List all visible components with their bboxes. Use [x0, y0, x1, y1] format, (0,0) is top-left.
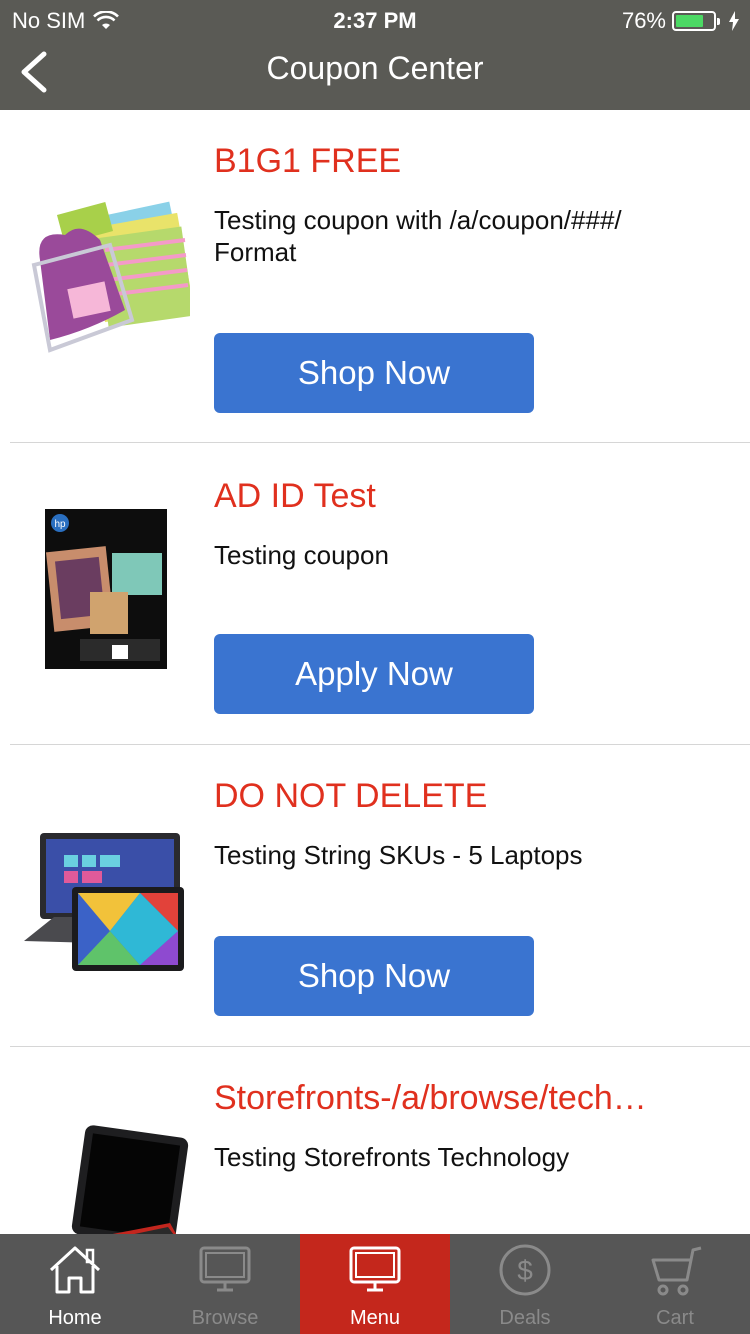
coupon-title: DO NOT DELETE [214, 777, 488, 815]
battery-percent: 76% [621, 8, 666, 33]
tablet-keyboard-case-product-image [20, 1123, 190, 1234]
home-icon [49, 1246, 101, 1294]
apply-now-button[interactable]: Apply Now [214, 634, 534, 714]
monitor-icon [199, 1246, 251, 1292]
coupon-item: DO NOT DELETE Testing String SKUs - 5 La… [10, 745, 750, 1047]
tab-bar: Home Browse Menu $ Deals Cart [0, 1234, 750, 1334]
dollar-icon: $ [499, 1244, 551, 1296]
coupon-description: Testing Storefronts Technology [214, 1142, 570, 1172]
shop-now-button[interactable]: Shop Now [214, 936, 534, 1016]
tab-cart-label: Cart [656, 1307, 694, 1329]
coupon-title: AD ID Test [214, 477, 376, 515]
coupon-description: Testing coupon with /a/coupon/###/ Forma… [214, 205, 622, 267]
top-bar: No SIM 2:37 PM 76% Coupon Center [0, 0, 750, 110]
coupon-description: Testing coupon [214, 540, 389, 570]
tab-browse[interactable]: Browse [150, 1234, 300, 1334]
coupon-item: Storefronts-/a/browse/tech… Testing Stor… [10, 1047, 750, 1234]
coupon-list[interactable]: B1G1 FREE Testing coupon with /a/coupon/… [0, 110, 750, 1234]
laptop-tablet-product-image [20, 821, 190, 991]
tab-home-label: Home [48, 1307, 102, 1329]
tab-deals[interactable]: $ Deals [450, 1234, 600, 1334]
svg-text:$: $ [517, 1255, 533, 1286]
monitor-icon [349, 1246, 401, 1292]
coupon-title: Storefronts-/a/browse/tech… [214, 1079, 647, 1117]
battery-indicator: 76% [622, 8, 740, 34]
sticky-notes-product-image [20, 190, 194, 360]
coupon-description: Testing String SKUs - 5 Laptops [214, 840, 583, 870]
battery-fill [676, 15, 704, 27]
shop-now-button[interactable]: Shop Now [214, 333, 534, 413]
charging-bolt-icon [729, 11, 739, 31]
hp-brochure-paper-product-image: hp [20, 507, 190, 677]
cart-icon [651, 1246, 702, 1296]
coupon-title: B1G1 FREE [214, 142, 402, 180]
tab-cart[interactable]: Cart [600, 1234, 750, 1334]
tab-deals-label: Deals [499, 1307, 551, 1329]
coupon-item: B1G1 FREE Testing coupon with /a/coupon/… [10, 110, 750, 443]
battery-icon [672, 11, 720, 31]
tab-browse-label: Browse [191, 1307, 259, 1329]
tab-menu[interactable]: Menu [300, 1234, 450, 1334]
page-title: Coupon Center [266, 50, 484, 86]
status-bar: No SIM 2:37 PM 76% [0, 0, 750, 40]
tab-menu-label: Menu [349, 1307, 401, 1329]
svg-text:hp: hp [54, 519, 66, 530]
tab-home[interactable]: Home [0, 1234, 150, 1334]
coupon-item: hp AD ID Test Testing coupon Apply Now [10, 443, 750, 745]
